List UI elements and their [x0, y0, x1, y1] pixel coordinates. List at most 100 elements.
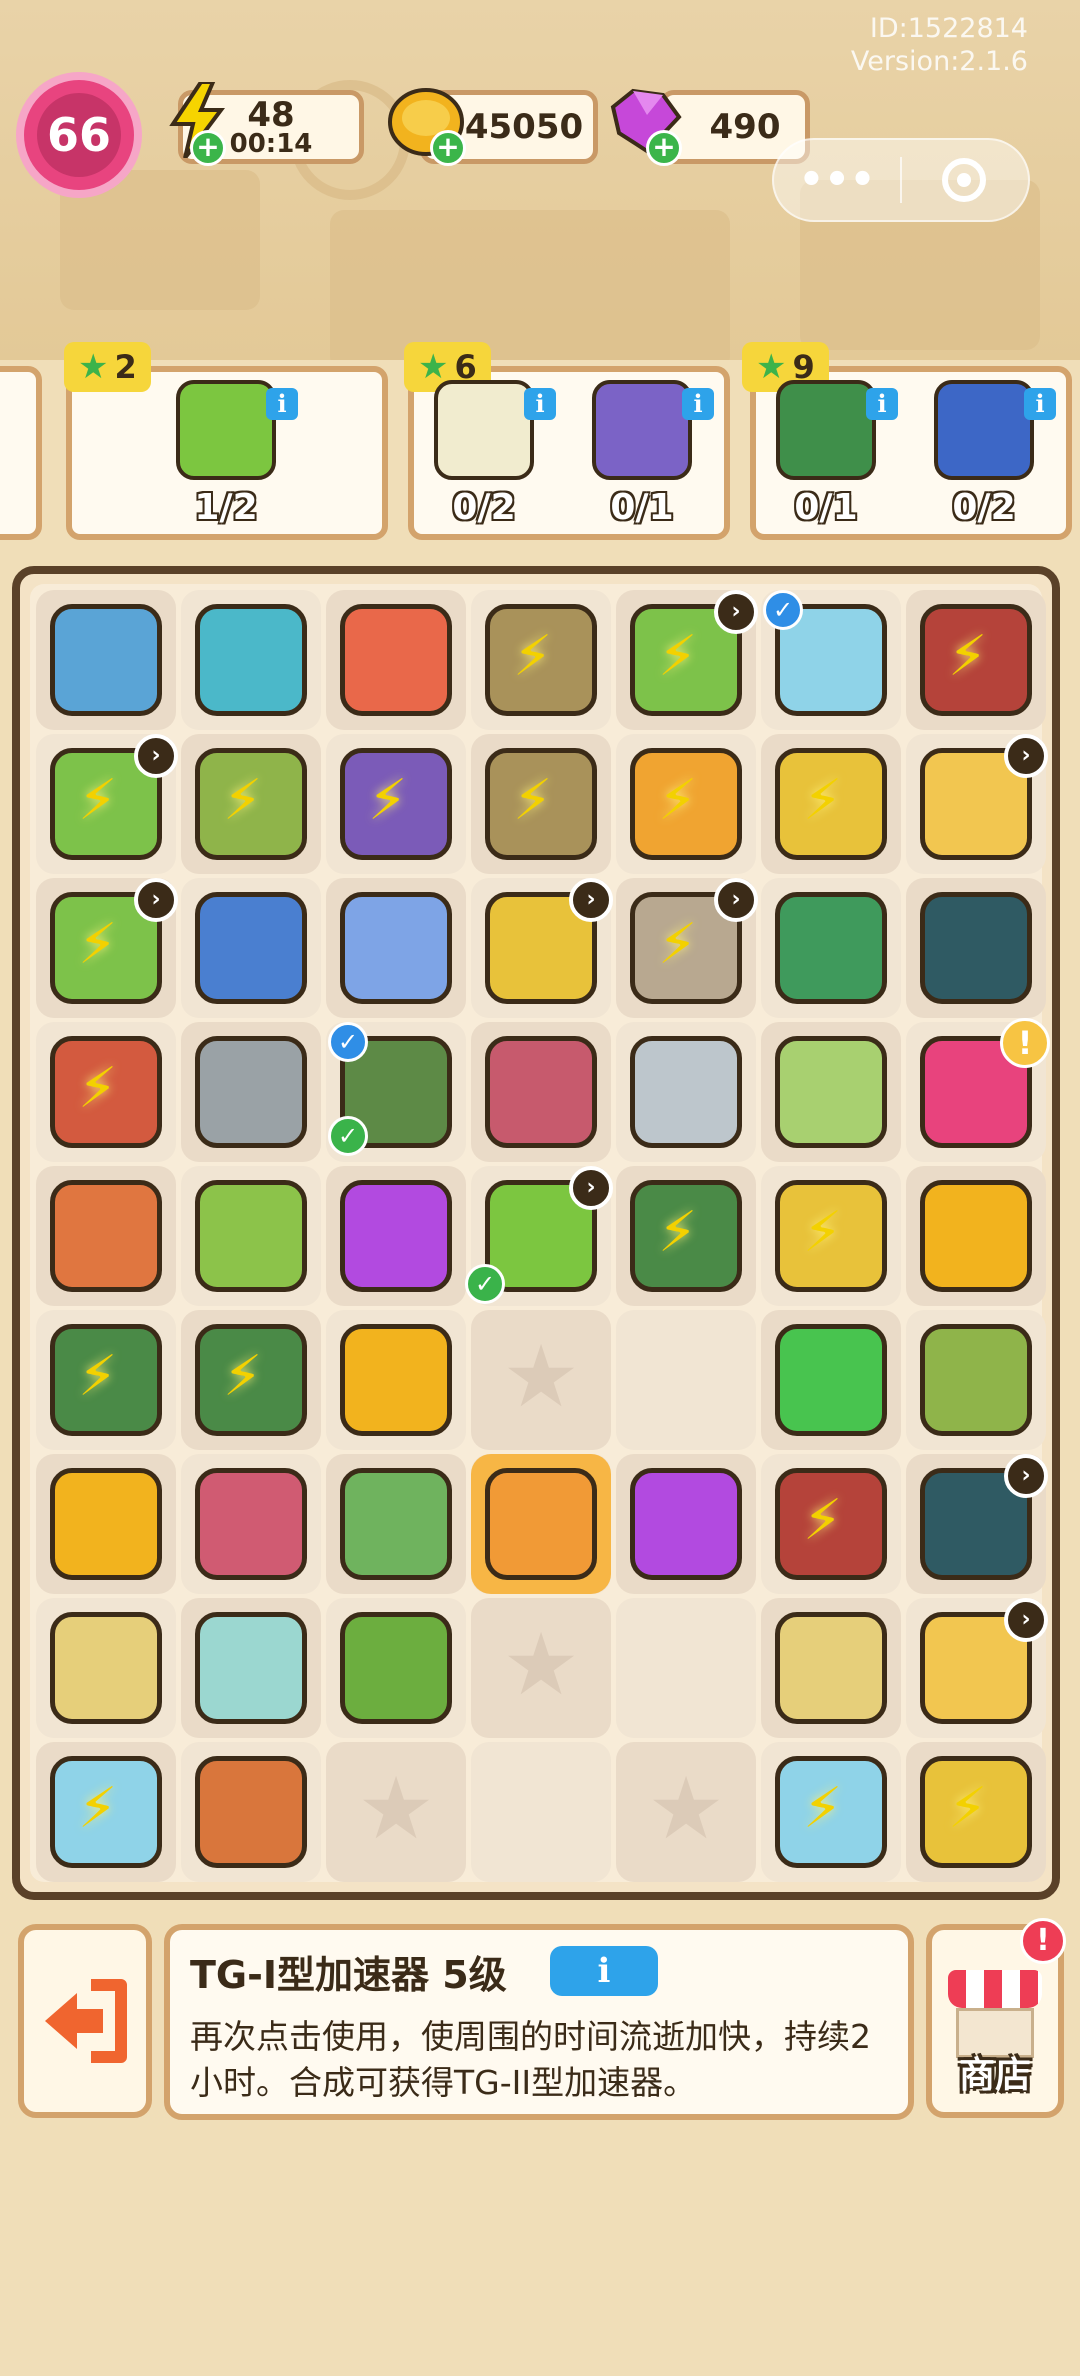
order-info-button[interactable]: i [266, 388, 298, 420]
hammer-item[interactable] [50, 1180, 162, 1292]
empty-slot-star-icon: ★ [357, 1759, 435, 1859]
dumbbell-item[interactable] [630, 1036, 742, 1148]
timer-icon: › [1004, 1454, 1048, 1498]
board-cell[interactable] [471, 1742, 611, 1882]
shop-label: 商店 [958, 2055, 1031, 2096]
item-info-button[interactable]: i [550, 1946, 658, 1996]
speed-boost-icon: ⚡ [658, 1200, 698, 1265]
speed-boost-icon: ⚡ [803, 1488, 843, 1553]
checkmark-icon: ✓ [328, 1116, 368, 1156]
coin-stack-item[interactable] [340, 1324, 452, 1436]
bricks-item[interactable] [195, 1468, 307, 1580]
seed-bag-item[interactable] [920, 1324, 1032, 1436]
order-info-button[interactable]: i [682, 388, 714, 420]
order-info-button[interactable]: i [866, 388, 898, 420]
shop-awning-icon [948, 1970, 1042, 2008]
blue-hood-item[interactable] [195, 892, 307, 1004]
order-info-button[interactable]: i [1024, 388, 1056, 420]
order-info-button[interactable]: i [524, 388, 556, 420]
speed-boost-icon: ⚡ [803, 1200, 843, 1265]
blue-pillow-item[interactable] [340, 892, 452, 1004]
seedling-pot-item[interactable] [340, 1612, 452, 1724]
scissors-orb-item[interactable] [775, 1324, 887, 1436]
reward-value: 2 [114, 348, 137, 386]
version-label: Version:2.1.6 [850, 46, 1028, 77]
order-item-map-scroll[interactable]: 0/2 i [420, 380, 556, 534]
order-item-progress: 0/2 [452, 487, 516, 528]
speed-boost-icon: ⚡ [78, 1776, 118, 1841]
energy-orb-item[interactable] [340, 1180, 452, 1292]
gem-plus-button[interactable]: + [646, 130, 682, 166]
weight-bench-item[interactable] [195, 604, 307, 716]
timer-icon: › [1004, 1598, 1048, 1642]
weight-plates-item[interactable] [920, 892, 1032, 1004]
speed-boost-icon: ⚡ [658, 768, 698, 833]
empty-slot-star-icon: ★ [502, 1615, 580, 1715]
gem-value: 490 [709, 107, 781, 147]
energy-orb-item[interactable] [630, 1468, 742, 1580]
more-button[interactable]: ••• [774, 160, 900, 200]
speed-boost-icon: ⚡ [803, 768, 843, 833]
checkmark-icon: ✓ [328, 1022, 368, 1062]
energy-timer: 00:14 [229, 129, 313, 159]
paint-bucket-item[interactable] [340, 604, 452, 716]
garden-gloves-item[interactable] [340, 1468, 452, 1580]
merge-board: ⚡ ⚡ › ✓ ⚡ ⚡ › ⚡ ⚡ ⚡ ⚡ ⚡ › ⚡ › › ⚡ › ⚡ ✓ ✓! › ✓ ⚡ ⚡ ⚡ ⚡ ★ ⚡ › ★ › ⚡ ★ ★ ⚡ ⚡ [12, 566, 1060, 1900]
coin-pile-item[interactable] [50, 1468, 162, 1580]
hand-saw-item[interactable] [195, 1036, 307, 1148]
megaphone-item[interactable] [775, 892, 887, 1004]
order-item-potted-tree[interactable]: 1/2 i [162, 380, 298, 534]
board-grid: ⚡ ⚡ › ✓ ⚡ ⚡ › ⚡ ⚡ ⚡ ⚡ ⚡ › ⚡ › › ⚡ › ⚡ ✓ ✓! › ✓ ⚡ ⚡ ⚡ ⚡ ★ ⚡ › ★ › ⚡ ★ ★ ⚡ ⚡ [30, 584, 1050, 1882]
claw-hammer-item[interactable] [195, 1756, 307, 1868]
speed-boost-icon: ⚡ [513, 624, 553, 689]
timer-icon: › [1004, 734, 1048, 778]
star-icon: ★ [78, 347, 109, 387]
order-item-progress: 0/1 [794, 487, 858, 528]
capsule-divider [900, 157, 902, 203]
order-item-progress: 0/1 [610, 487, 674, 528]
wood-frame-item[interactable] [50, 1612, 162, 1724]
sprout-jar-item[interactable] [195, 1612, 307, 1724]
shop-button[interactable]: 商店 ! [926, 1918, 1066, 2118]
coin-plus-button[interactable]: + [430, 130, 466, 166]
speed-boost-icon: ⚡ [948, 624, 988, 689]
target-icon[interactable] [942, 158, 986, 202]
order-item-progress: 0/2 [952, 487, 1016, 528]
timer-icon: › [714, 878, 758, 922]
speed-boost-icon: ⚡ [223, 768, 263, 833]
board-cell[interactable] [616, 1598, 756, 1738]
brick-pile-item[interactable] [485, 1036, 597, 1148]
order-item-id-card[interactable]: 0/2 i [920, 380, 1056, 534]
glue-pipe-item[interactable] [195, 1180, 307, 1292]
player-level: 66 [46, 108, 111, 162]
exit-button[interactable] [18, 1924, 152, 2118]
photo-card-item[interactable] [775, 1036, 887, 1148]
order-reward-1: ★ 2 [64, 342, 151, 392]
order-card-partial [0, 366, 42, 540]
energy-value: 48 [247, 95, 295, 135]
checkmark-icon: ✓ [465, 1264, 505, 1304]
user-id: ID:1522814 [869, 13, 1028, 44]
map-scroll-icon [434, 380, 534, 480]
wood-frames-item[interactable] [775, 1612, 887, 1724]
speed-boost-icon: ⚡ [78, 1056, 118, 1121]
id-card-icon [934, 380, 1034, 480]
speed-boost-icon: ⚡ [78, 768, 118, 833]
order-item-photo-album[interactable]: 0/1 i [578, 380, 714, 534]
speed-boost-icon: ⚡ [368, 768, 408, 833]
timer-icon: › [569, 878, 613, 922]
photo-album-icon [592, 380, 692, 480]
speed-boost-icon: ⚡ [658, 624, 698, 689]
coin-stack-item[interactable] [920, 1180, 1032, 1292]
order-item-power-drill[interactable]: 0/1 i [762, 380, 898, 534]
speed-boost-icon: ⚡ [658, 912, 698, 977]
shop-notice-badge: ! [1020, 1918, 1066, 1964]
board-cell[interactable] [616, 1310, 756, 1450]
exercise-bike-item[interactable] [50, 604, 162, 716]
energy-plus-button[interactable]: + [190, 130, 226, 166]
timer-icon: › [714, 590, 758, 634]
player-level-badge[interactable]: 66 [16, 72, 142, 198]
timer-icon: › [569, 1166, 613, 1210]
speed-boost-icon: ⚡ [78, 1344, 118, 1409]
accelerator-item[interactable] [485, 1468, 597, 1580]
